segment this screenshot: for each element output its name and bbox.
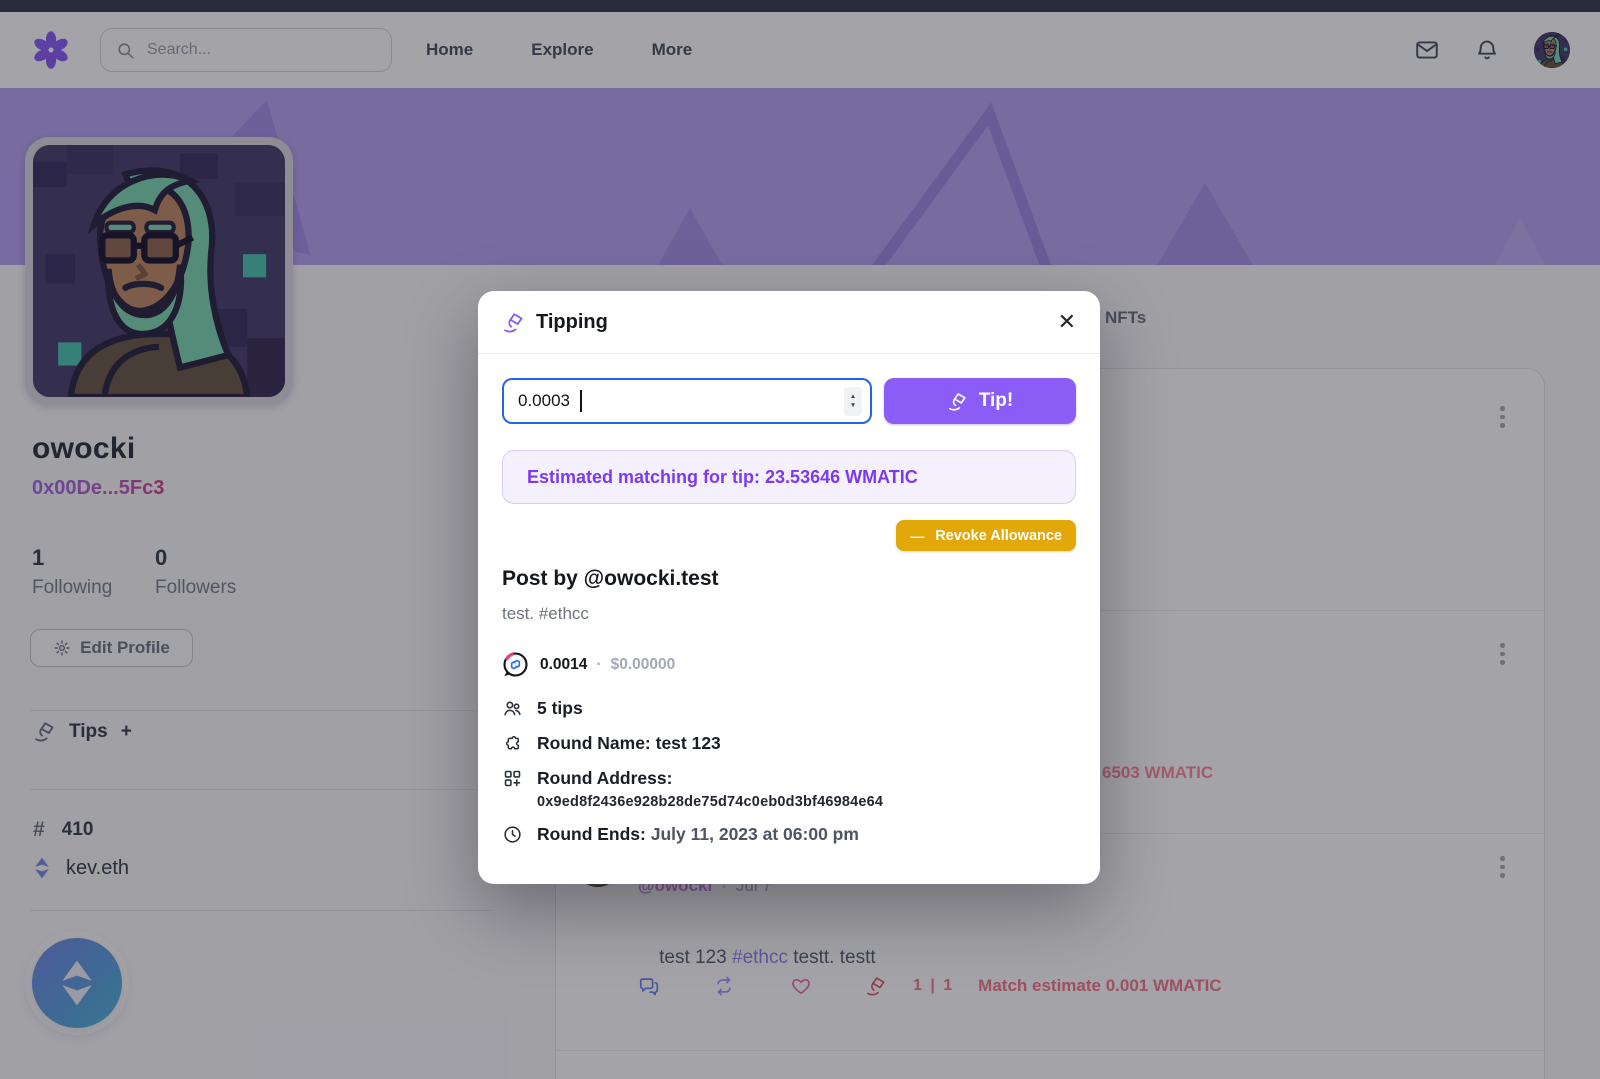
tipping-modal: Tipping ✕ ▲ ▼ Tip! Estimated (478, 291, 1100, 884)
grid-plus-icon (502, 768, 523, 789)
matching-value: 23.53646 WMATIC (765, 467, 918, 488)
tips-count-row: 5 tips (502, 698, 1076, 719)
round-address-row: Round Address: (502, 768, 1076, 789)
puzzle-icon (502, 733, 523, 754)
revoke-allowance-label: Revoke Allowance (935, 528, 1062, 544)
round-address-label: Round Address: (537, 768, 672, 789)
round-name-row: Round Name: test 123 (502, 733, 1076, 754)
token-amount: 0.0014 (540, 656, 587, 674)
tip-amount-field: ▲ ▼ (502, 378, 872, 424)
tip-hand-icon (502, 311, 525, 334)
text-caret (580, 390, 582, 412)
modal-title: Tipping (536, 311, 608, 334)
tip-button-label: Tip! (979, 390, 1013, 412)
round-address-value: 0x9ed8f2436e928b28de75d74c0eb0d3bf46984e… (537, 794, 1076, 810)
wmatic-coin-icon (502, 651, 529, 678)
clock-icon (502, 824, 523, 845)
tip-amount-input[interactable] (518, 380, 798, 422)
round-ends-value: July 11, 2023 at 06:00 pm (651, 824, 859, 844)
modal-post-body: test. #ethcc (502, 604, 1076, 624)
round-ends: Round Ends: July 11, 2023 at 06:00 pm (537, 824, 859, 845)
modal-header: Tipping ✕ (478, 291, 1100, 354)
stepper-up-icon[interactable]: ▲ (850, 394, 856, 401)
tip-hand-icon (947, 391, 968, 412)
tip-submit-button[interactable]: Tip! (884, 378, 1076, 424)
estimated-matching-note: Estimated matching for tip: 23.53646 WMA… (502, 450, 1076, 504)
modal-post-title: Post by @owocki.test (502, 567, 1076, 591)
round-ends-row: Round Ends: July 11, 2023 at 06:00 pm (502, 824, 1076, 845)
token-amount-row: 0.0014 · $0.00000 (502, 651, 1076, 678)
dot-separator: · (596, 656, 601, 674)
modal-body: ▲ ▼ Tip! Estimated matching for tip: 23.… (478, 354, 1100, 869)
number-stepper[interactable]: ▲ ▼ (844, 387, 862, 416)
users-icon (502, 698, 523, 719)
minus-icon: — (910, 528, 924, 544)
round-ends-label: Round Ends: (537, 824, 651, 844)
revoke-allowance-button[interactable]: — Revoke Allowance (896, 520, 1076, 551)
tips-count: 5 tips (537, 698, 583, 719)
stepper-down-icon[interactable]: ▼ (850, 403, 856, 410)
matching-prefix: Estimated matching for tip: (527, 467, 765, 488)
close-icon[interactable]: ✕ (1058, 311, 1076, 333)
token-usd-value: $0.00000 (611, 656, 676, 674)
app-screen: Home Explore More owocki 0x00De...5Fc3 1… (0, 0, 1600, 1079)
round-name: Round Name: test 123 (537, 733, 721, 754)
